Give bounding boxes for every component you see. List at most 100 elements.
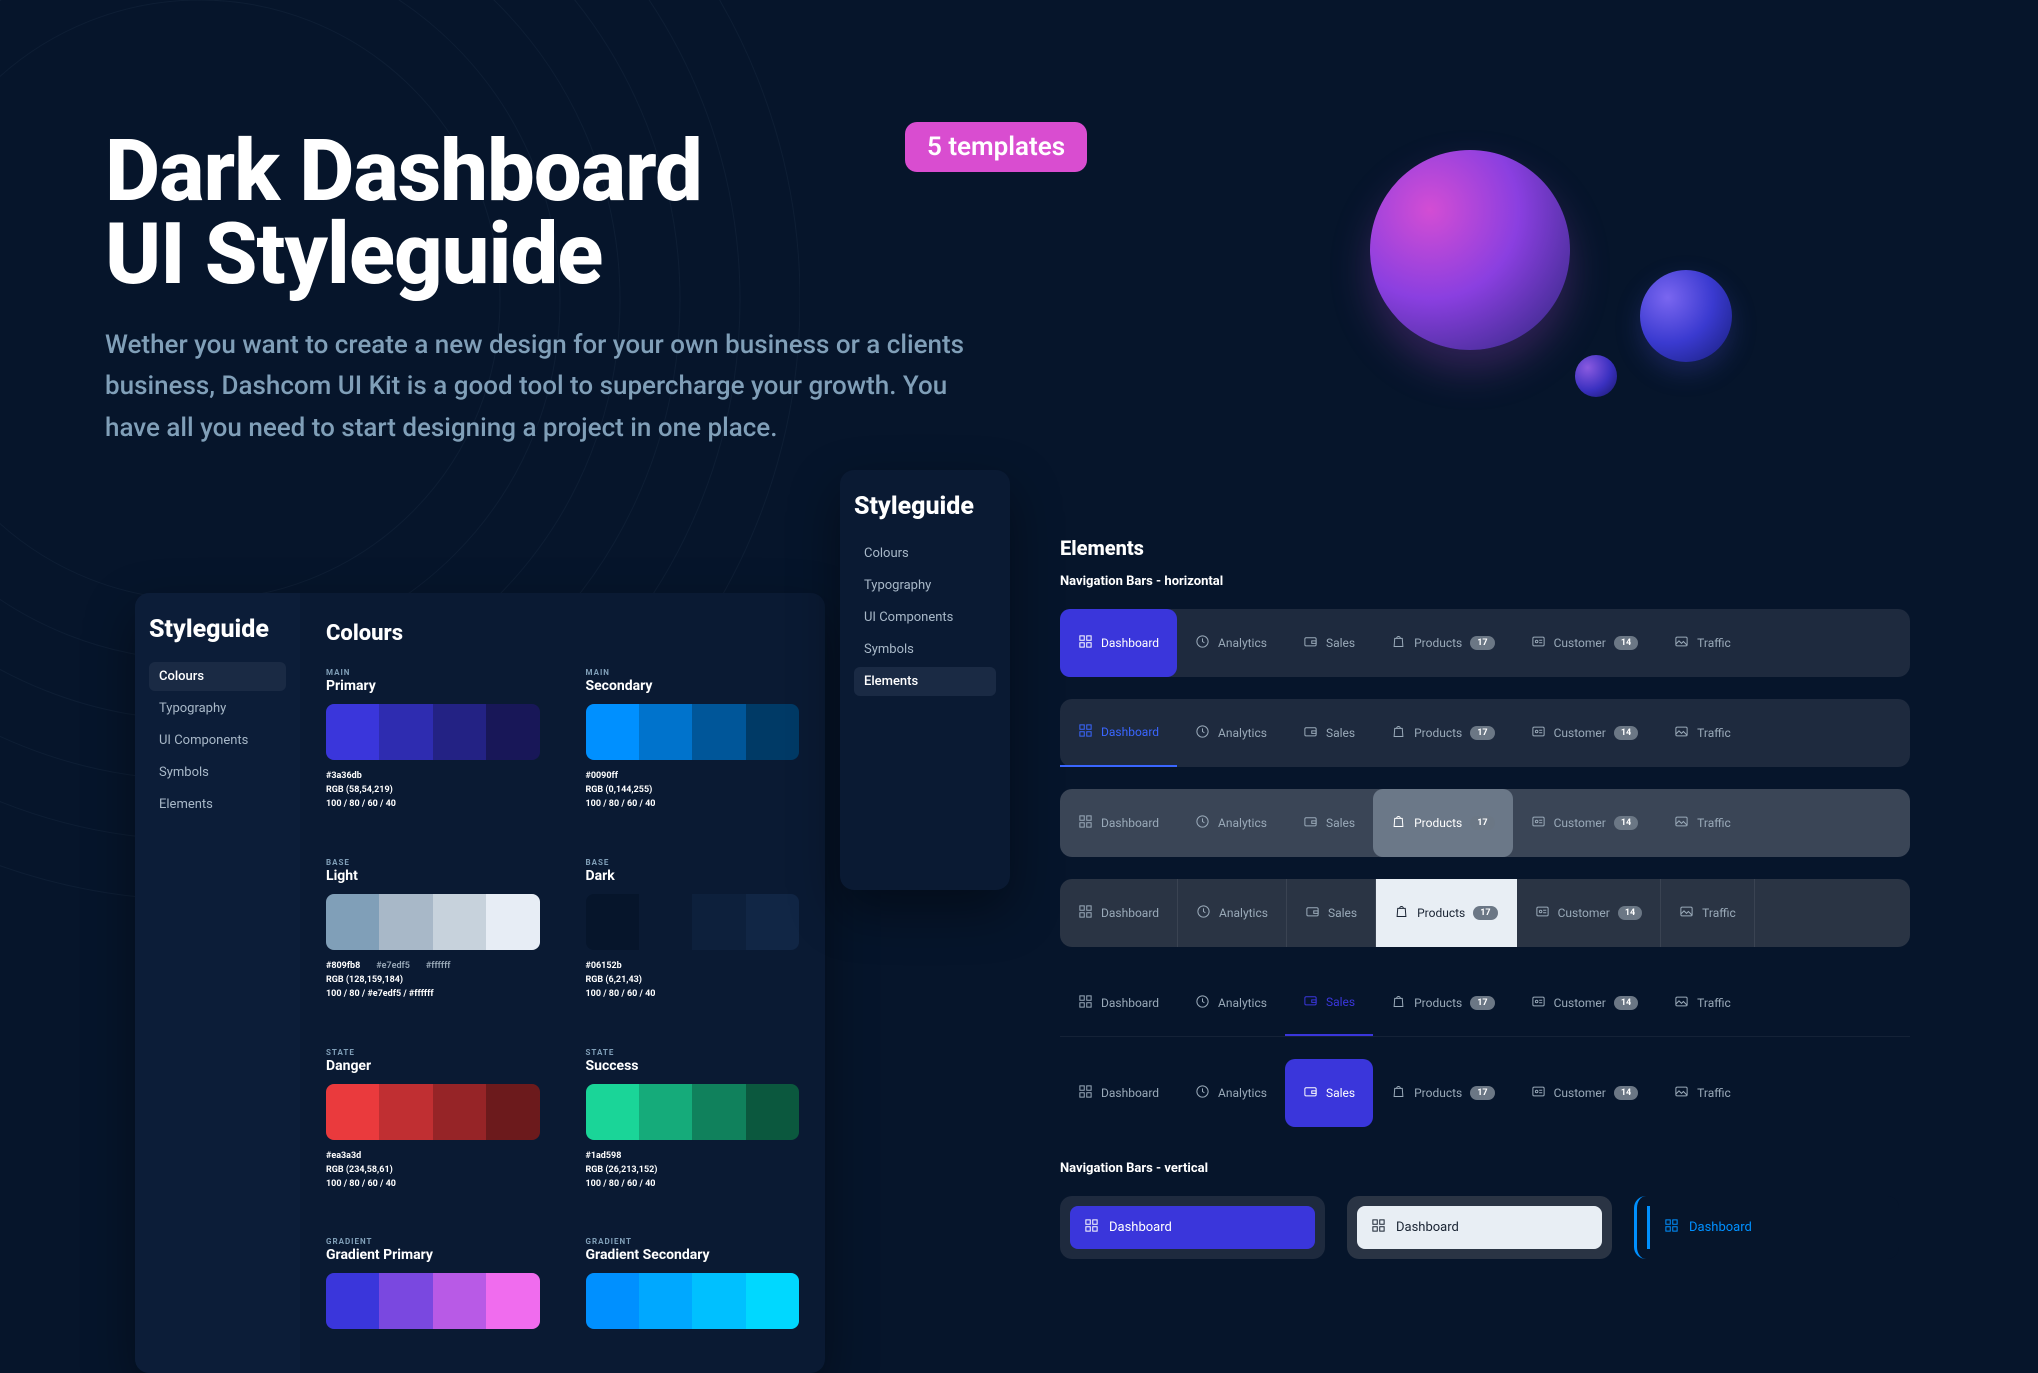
grid-icon — [1371, 1218, 1386, 1237]
nav-products[interactable]: Products17 — [1376, 879, 1516, 947]
colour-kicker: GRADIENT — [586, 1237, 800, 1246]
nav-sales[interactable]: Sales — [1285, 969, 1373, 1036]
colour-kicker: GRADIENT — [326, 1237, 540, 1246]
page-description: Wether you want to create a new design f… — [105, 325, 985, 450]
swatch — [433, 894, 486, 950]
nav-label: Customer — [1554, 996, 1606, 1010]
window-elements: Elements Navigation Bars - horizontal Da… — [1060, 510, 1910, 1360]
navbar-horizontal: Dashboard Analytics Sales Products17 Cus… — [1060, 1059, 1910, 1127]
wallet-icon — [1305, 904, 1320, 922]
nav-dashboard[interactable]: Dashboard — [1060, 699, 1177, 767]
colour-name: Success — [586, 1058, 800, 1074]
wallet-icon — [1303, 724, 1318, 742]
nav-traffic[interactable]: Traffic — [1661, 879, 1755, 947]
bag-icon — [1391, 724, 1406, 742]
nav-label: Analytics — [1218, 636, 1267, 650]
nav-customer[interactable]: Customer14 — [1517, 879, 1662, 947]
colour-swatches — [326, 1084, 540, 1140]
nav-customer[interactable]: Customer14 — [1513, 789, 1657, 857]
swatch — [433, 1273, 486, 1329]
swatch — [326, 894, 379, 950]
nav-label: Dashboard — [1101, 906, 1159, 920]
sidebar-item-colours[interactable]: Colours — [854, 539, 996, 568]
nav-label: Traffic — [1697, 726, 1731, 740]
nav-dashboard[interactable]: Dashboard — [1060, 1059, 1177, 1127]
nav-customer[interactable]: Customer14 — [1513, 699, 1657, 767]
sidebar-item-symbols[interactable]: Symbols — [149, 758, 286, 787]
user-icon — [1531, 1084, 1546, 1102]
image-icon — [1679, 904, 1694, 922]
nav-traffic[interactable]: Traffic — [1656, 699, 1749, 767]
count-badge: 14 — [1614, 996, 1638, 1010]
bag-icon — [1391, 634, 1406, 652]
sidebar-item-colours[interactable]: Colours — [149, 662, 286, 691]
nav-products[interactable]: Products17 — [1373, 789, 1512, 857]
nav-analytics[interactable]: Analytics — [1177, 789, 1285, 857]
nav-traffic[interactable]: Traffic — [1656, 789, 1749, 857]
nav-label: Dashboard — [1101, 816, 1159, 830]
nav-label: Products — [1414, 636, 1462, 650]
nav-sales[interactable]: Sales — [1287, 879, 1376, 947]
nav-dashboard[interactable]: Dashboard — [1060, 609, 1177, 677]
nav-analytics[interactable]: Analytics — [1177, 609, 1285, 677]
window-styleguide-sidebar-only: Styleguide Colours Typography UI Compone… — [840, 470, 1010, 890]
image-icon — [1674, 814, 1689, 832]
count-badge: 17 — [1470, 996, 1494, 1010]
sphere-small — [1575, 355, 1617, 397]
nav-analytics[interactable]: Analytics — [1177, 1059, 1285, 1127]
nav-dashboard[interactable]: Dashboard — [1060, 969, 1177, 1036]
nav-dashboard[interactable]: Dashboard — [1647, 1206, 1889, 1249]
sidebar-item-symbols[interactable]: Symbols — [854, 635, 996, 664]
nav-customer[interactable]: Customer14 — [1513, 609, 1657, 677]
swatch — [692, 894, 745, 950]
count-badge: 14 — [1614, 636, 1638, 650]
nav-dashboard[interactable]: Dashboard — [1060, 879, 1178, 947]
navbar-horizontal: Dashboard Analytics Sales Products17 Cus… — [1060, 699, 1910, 767]
swatch — [486, 894, 539, 950]
nav-products[interactable]: Products17 — [1373, 969, 1512, 1036]
sidebar-item-ui-components[interactable]: UI Components — [854, 603, 996, 632]
nav-analytics[interactable]: Analytics — [1178, 879, 1287, 947]
count-badge: 17 — [1473, 906, 1497, 920]
swatch — [486, 1273, 539, 1329]
nav-label: Dashboard — [1101, 996, 1159, 1010]
nav-sales[interactable]: Sales — [1285, 789, 1373, 857]
nav-label: Traffic — [1697, 636, 1731, 650]
colour-swatches — [326, 704, 540, 760]
sidebar-item-elements[interactable]: Elements — [149, 790, 286, 819]
nav-traffic[interactable]: Traffic — [1656, 969, 1749, 1036]
sidebar-item-ui-components[interactable]: UI Components — [149, 726, 286, 755]
sidebar-item-elements[interactable]: Elements — [854, 667, 996, 696]
nav-label: Sales — [1326, 816, 1355, 830]
nav-label: Analytics — [1218, 726, 1267, 740]
swatch — [379, 1273, 432, 1329]
colour-block: STATE Danger #ea3a3dRGB (234,58,61)100 /… — [326, 1048, 540, 1192]
nav-label: Analytics — [1218, 996, 1267, 1010]
nav-sales[interactable]: Sales — [1285, 609, 1373, 677]
nav-sales[interactable]: Sales — [1285, 699, 1373, 767]
nav-sales[interactable]: Sales — [1285, 1059, 1373, 1127]
count-badge: 17 — [1470, 636, 1494, 650]
page-title: Dark DashboardUI Styleguide — [105, 130, 1005, 297]
nav-traffic[interactable]: Traffic — [1656, 609, 1749, 677]
nav-products[interactable]: Products17 — [1373, 1059, 1512, 1127]
nav-traffic[interactable]: Traffic — [1656, 1059, 1749, 1127]
nav-products[interactable]: Products 17 — [1373, 609, 1512, 677]
nav-dashboard[interactable]: Dashboard — [1070, 1206, 1315, 1249]
colour-block: MAIN Secondary #0090ffRGB (0,144,255)100… — [586, 668, 800, 812]
nav-analytics[interactable]: Analytics — [1177, 969, 1285, 1036]
nav-dashboard[interactable]: Dashboard — [1060, 789, 1177, 857]
nav-label: Traffic — [1697, 816, 1731, 830]
count-badge: 14 — [1614, 1086, 1638, 1100]
nav-label: Customer — [1554, 726, 1606, 740]
nav-customer[interactable]: Customer14 — [1513, 1059, 1657, 1127]
nav-customer[interactable]: Customer 14 — [1513, 969, 1657, 1036]
sidebar-item-typography[interactable]: Typography — [149, 694, 286, 723]
nav-products[interactable]: Products17 — [1373, 699, 1512, 767]
spheres-decor — [1350, 150, 1850, 500]
nav-dashboard[interactable]: Dashboard — [1357, 1206, 1602, 1249]
swatch — [486, 1084, 539, 1140]
nav-analytics[interactable]: Analytics — [1177, 699, 1285, 767]
nav-label: Analytics — [1219, 906, 1268, 920]
sidebar-item-typography[interactable]: Typography — [854, 571, 996, 600]
